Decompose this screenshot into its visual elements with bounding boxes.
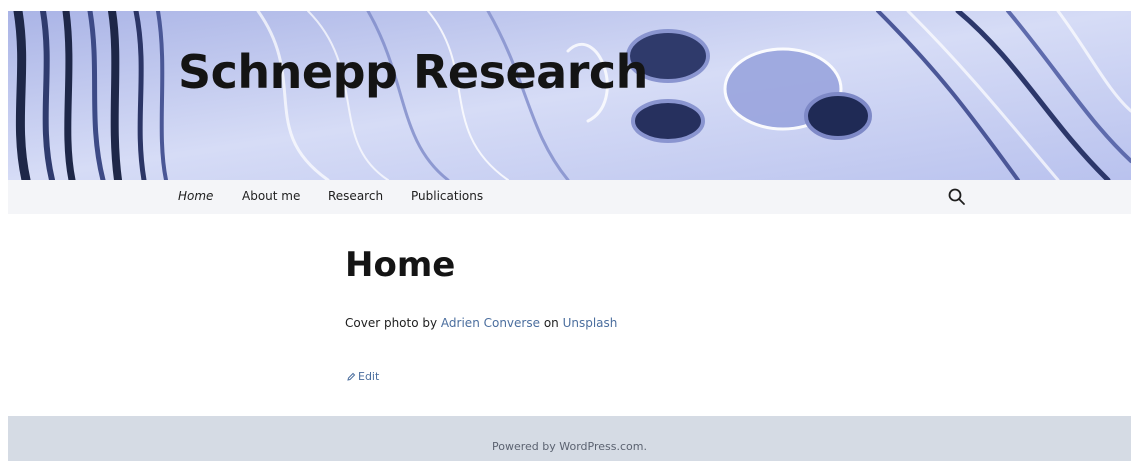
- site-footer: Powered by WordPress.com.: [8, 416, 1131, 461]
- nav-item-publications[interactable]: Publications: [411, 189, 483, 203]
- site-header: Schnepp Research: [8, 11, 1131, 180]
- page-title: Home: [345, 245, 456, 285]
- caption-middle: on: [540, 316, 563, 330]
- nav-item-research[interactable]: Research: [328, 189, 383, 203]
- photographer-link[interactable]: Adrien Converse: [441, 316, 540, 330]
- nav-item-about-me[interactable]: About me: [242, 189, 300, 203]
- caption-prefix: Cover photo by: [345, 316, 441, 330]
- search-icon: [948, 188, 965, 205]
- unsplash-link[interactable]: Unsplash: [563, 316, 618, 330]
- main-navigation: Home About me Research Publications: [8, 180, 1131, 214]
- wordpress-credit-link[interactable]: Powered by WordPress.com.: [492, 440, 647, 453]
- page-frame: Schnepp Research Home About me Research …: [8, 11, 1131, 461]
- site-title[interactable]: Schnepp Research: [178, 42, 648, 102]
- pencil-icon: [347, 372, 356, 381]
- footer-credit: Powered by WordPress.com.: [8, 440, 1131, 453]
- cover-photo-caption: Cover photo by Adrien Converse on Unspla…: [345, 316, 617, 330]
- edit-link[interactable]: Edit: [346, 370, 379, 383]
- edit-label: Edit: [358, 370, 380, 383]
- nav-item-home[interactable]: Home: [178, 189, 213, 203]
- search-button[interactable]: [947, 187, 967, 207]
